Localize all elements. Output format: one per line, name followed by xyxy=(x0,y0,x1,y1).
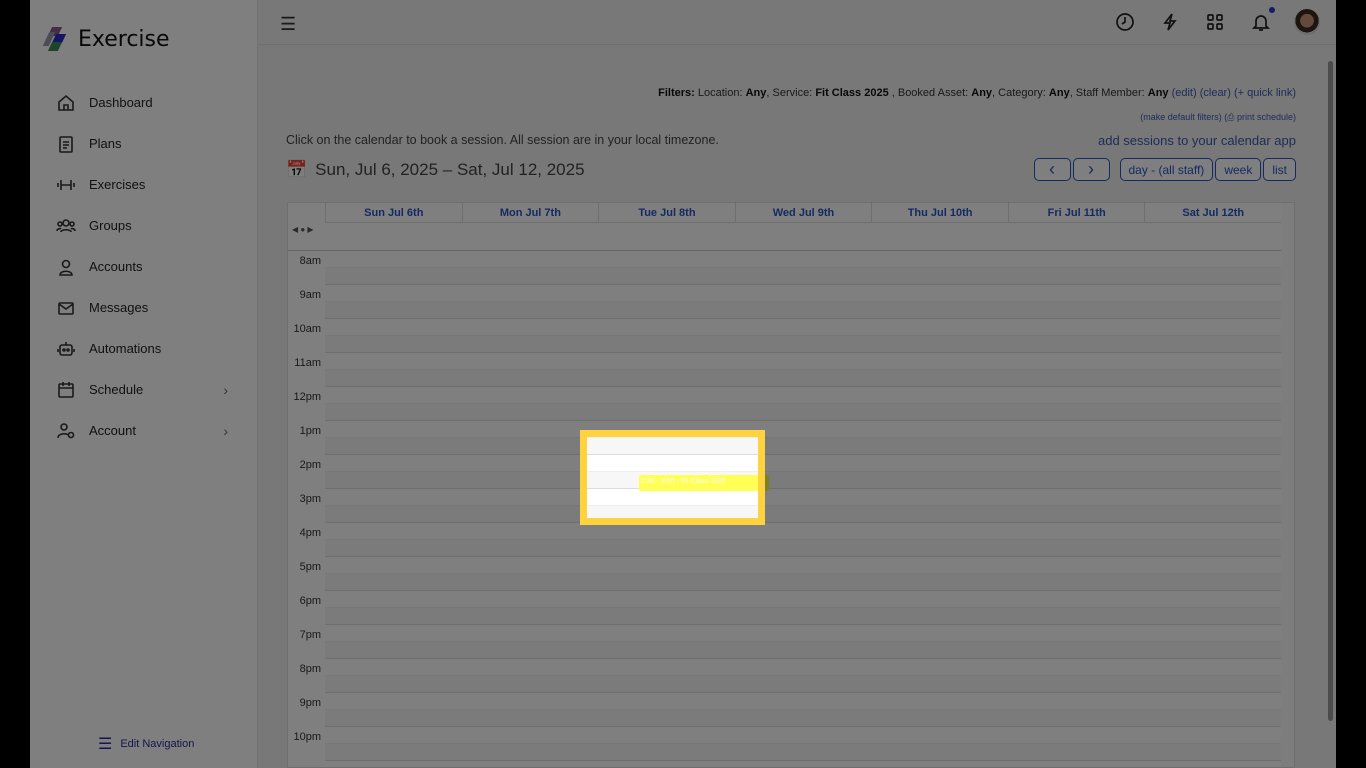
user-settings-icon xyxy=(57,422,75,438)
calendar-icon xyxy=(58,381,74,398)
sidebar-item-label: Account xyxy=(89,423,136,438)
user-icon xyxy=(59,259,73,276)
print-schedule-link[interactable]: (⎙ print schedule) xyxy=(1224,112,1296,122)
day-view-button[interactable]: day - (all staff) xyxy=(1119,158,1214,181)
sidebar-item-label: Groups xyxy=(89,218,132,233)
notification-badge xyxy=(1269,7,1275,13)
week-calendar[interactable]: Sun Jul 6th Mon Jul 7th Tue Jul 8th Wed Jul… xyxy=(287,202,1295,768)
avatar[interactable] xyxy=(1294,9,1320,35)
day-header[interactable]: Sat Jul 12th xyxy=(1144,203,1281,222)
week-view-button[interactable]: week xyxy=(1215,158,1262,181)
expand-arrows-icon[interactable]: ◀ ● ▶ xyxy=(292,225,314,234)
top-bar: ☰ xyxy=(258,0,1336,45)
hour-label: 12pm xyxy=(293,391,321,403)
edit-navigation-label: Edit Navigation xyxy=(120,738,195,750)
highlight-spotlight xyxy=(580,430,765,525)
hour-label: 6pm xyxy=(299,595,321,607)
app-name: Exercise xyxy=(78,26,170,52)
logo-icon xyxy=(42,26,70,52)
sidebar-item-messages[interactable]: Messages xyxy=(30,287,258,328)
dumbbell-icon xyxy=(57,179,75,190)
filters-summary: Filters: Location: Any, Service: Fit Cla… xyxy=(658,87,1296,99)
date-range-text: Sun, Jul 6, 2025 – Sat, Jul 12, 2025 xyxy=(315,160,585,179)
clear-filters-link[interactable]: (clear) xyxy=(1200,87,1231,99)
mail-icon xyxy=(58,301,74,315)
hour-label: 8am xyxy=(299,255,321,267)
list-icon: ☰ xyxy=(98,736,113,753)
calendar-icon: 📅 xyxy=(286,160,308,179)
prev-button[interactable]: ‹ xyxy=(1033,158,1071,181)
sidebar-item-label: Dashboard xyxy=(89,95,153,110)
hour-label: 2pm xyxy=(299,459,321,471)
chevron-right-icon: › xyxy=(223,381,228,398)
hour-label: 10pm xyxy=(293,731,321,743)
sidebar-item-label: Schedule xyxy=(89,382,144,397)
next-button[interactable]: › xyxy=(1072,158,1110,181)
clipboard-icon xyxy=(59,135,73,153)
time-grid[interactable]: 2:30 - 3:00 - Fit Class 2025 xyxy=(325,251,1281,767)
hour-label: 11am xyxy=(294,357,321,369)
menu-icon[interactable]: ☰ xyxy=(280,14,296,35)
sidebar-item-dashboard[interactable]: Dashboard xyxy=(30,82,258,123)
time-column: 8am 9am 10am 11am 12pm 1pm 2pm 3pm 4pm 5pm 6pm 7pm 8… xyxy=(288,251,325,761)
add-sessions-link[interactable]: add sessions to your calendar app xyxy=(1098,133,1296,148)
list-view-button[interactable]: list xyxy=(1263,158,1296,181)
hour-label: 4pm xyxy=(299,527,321,539)
calendar-scrollbar[interactable] xyxy=(1281,203,1294,767)
edit-navigation-link[interactable]: ☰ Edit Navigation xyxy=(98,734,194,754)
hour-label: 7pm xyxy=(299,629,321,641)
sidebar-item-automations[interactable]: Automations xyxy=(30,328,258,369)
sidebar-item-label: Messages xyxy=(89,300,149,315)
calendar-hint: Click on the calendar to book a session.… xyxy=(286,133,719,147)
home-icon xyxy=(58,94,74,111)
sidebar-item-plans[interactable]: Plans xyxy=(30,123,258,164)
hour-label: 9am xyxy=(299,289,321,301)
users-icon xyxy=(56,218,76,232)
quick-link[interactable]: (+ quick link) xyxy=(1234,87,1296,99)
page-scrollbar[interactable] xyxy=(1325,45,1336,768)
sidebar-item-groups[interactable]: Groups xyxy=(30,205,258,246)
sidebar-item-label: Plans xyxy=(89,136,122,151)
apps-grid-icon[interactable] xyxy=(1205,12,1225,32)
edit-filters-link[interactable]: (edit) xyxy=(1172,87,1197,99)
app: Exercise Dashboard Plans Exercises Group… xyxy=(30,0,1336,768)
day-header[interactable]: Wed Jul 9th xyxy=(734,203,872,222)
chevron-right-icon: › xyxy=(223,422,228,439)
hour-label: 10am xyxy=(293,323,321,335)
hour-label: 3pm xyxy=(299,493,321,505)
clock-icon[interactable] xyxy=(1115,12,1135,32)
logo[interactable]: Exercise xyxy=(42,26,170,52)
sidebar-item-label: Exercises xyxy=(89,177,146,192)
calendar-controls: ‹ › day - (all staff) week list xyxy=(1033,158,1296,181)
day-header[interactable]: Tue Jul 8th xyxy=(598,203,735,222)
sidebar-nav: Dashboard Plans Exercises Groups Account… xyxy=(30,82,258,451)
all-day-row[interactable]: ◀ ● ▶ xyxy=(288,223,1294,251)
sidebar-item-account[interactable]: Account › xyxy=(30,410,258,451)
sidebar-item-accounts[interactable]: Accounts xyxy=(30,246,258,287)
sidebar-item-label: Automations xyxy=(89,341,162,356)
hour-label: 8pm xyxy=(299,663,321,675)
sidebar: Exercise Dashboard Plans Exercises Group… xyxy=(30,0,258,768)
sidebar-item-schedule[interactable]: Schedule › xyxy=(30,369,258,410)
hour-label: 9pm xyxy=(299,697,321,709)
make-default-filters-link[interactable]: (make default filters) xyxy=(1140,112,1222,122)
hour-label: 1pm xyxy=(299,425,321,437)
sidebar-item-label: Accounts xyxy=(89,259,143,274)
hour-label: 5pm xyxy=(299,561,321,573)
date-range: 📅 Sun, Jul 6, 2025 – Sat, Jul 12, 2025 xyxy=(286,160,585,180)
day-header[interactable]: Fri Jul 11th xyxy=(1007,203,1145,222)
day-header[interactable]: Sun Jul 6th xyxy=(325,203,462,222)
day-headers: Sun Jul 6th Mon Jul 7th Tue Jul 8th Wed Jul… xyxy=(325,203,1281,223)
sidebar-item-exercises[interactable]: Exercises xyxy=(30,164,258,205)
bell-icon[interactable] xyxy=(1251,7,1275,32)
day-header[interactable]: Mon Jul 7th xyxy=(461,203,599,222)
filter-actions: (make default filters) (⎙ print schedule… xyxy=(1140,112,1296,123)
day-header[interactable]: Thu Jul 10th xyxy=(871,203,1008,222)
lightning-icon[interactable] xyxy=(1160,12,1180,32)
robot-icon xyxy=(57,341,75,356)
